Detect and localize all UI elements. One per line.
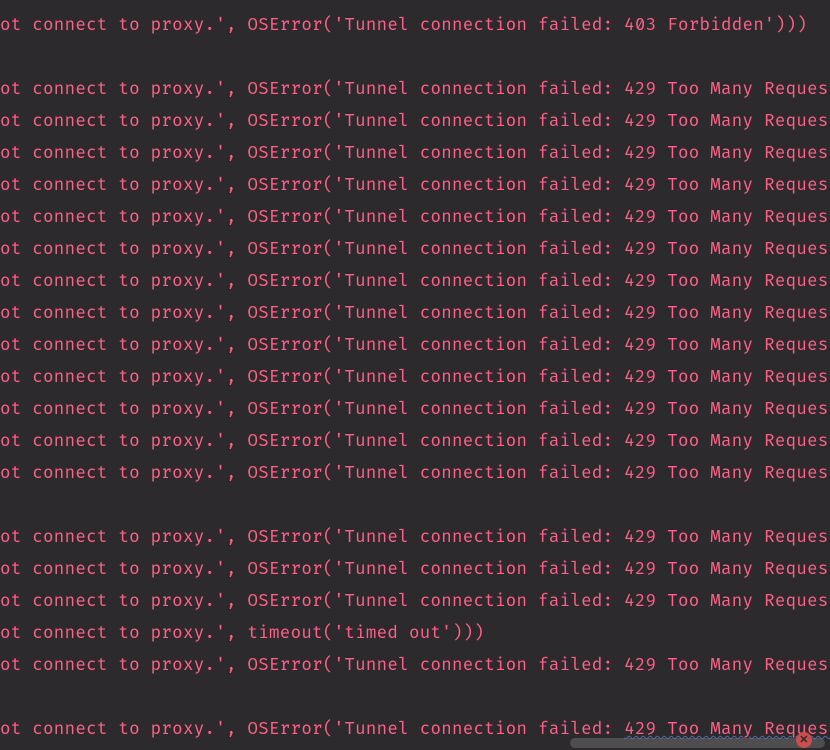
error-status-icon[interactable] [796, 732, 812, 748]
log-line: ot connect to proxy.', OSError('Tunnel c… [0, 650, 830, 682]
log-line [0, 42, 830, 74]
log-line: ot connect to proxy.', OSError('Tunnel c… [0, 394, 830, 426]
log-line: ot connect to proxy.', OSError('Tunnel c… [0, 234, 830, 266]
log-line: ot connect to proxy.', OSError('Tunnel c… [0, 74, 830, 106]
log-line: ot connect to proxy.', OSError('Tunnel c… [0, 522, 830, 554]
terminal-output[interactable]: ot connect to proxy.', OSError('Tunnel c… [0, 0, 830, 746]
horizontal-scrollbar-thumb[interactable] [570, 738, 825, 748]
log-line: ot connect to proxy.', timeout('timed ou… [0, 618, 830, 650]
log-line: ot connect to proxy.', OSError('Tunnel c… [0, 170, 830, 202]
log-line: ot connect to proxy.', OSError('Tunnel c… [0, 298, 830, 330]
log-line: ot connect to proxy.', OSError('Tunnel c… [0, 10, 830, 42]
log-line: ot connect to proxy.', OSError('Tunnel c… [0, 202, 830, 234]
log-line: ot connect to proxy.', OSError('Tunnel c… [0, 586, 830, 618]
log-line: ot connect to proxy.', OSError('Tunnel c… [0, 330, 830, 362]
log-line: ot connect to proxy.', OSError('Tunnel c… [0, 106, 830, 138]
log-line: ot connect to proxy.', OSError('Tunnel c… [0, 426, 830, 458]
log-line: ot connect to proxy.', OSError('Tunnel c… [0, 138, 830, 170]
log-line: ot connect to proxy.', OSError('Tunnel c… [0, 458, 830, 490]
log-line [0, 682, 830, 714]
log-line: ot connect to proxy.', OSError('Tunnel c… [0, 554, 830, 586]
log-line: ot connect to proxy.', OSError('Tunnel c… [0, 266, 830, 298]
log-line [0, 490, 830, 522]
log-line: ot connect to proxy.', OSError('Tunnel c… [0, 362, 830, 394]
